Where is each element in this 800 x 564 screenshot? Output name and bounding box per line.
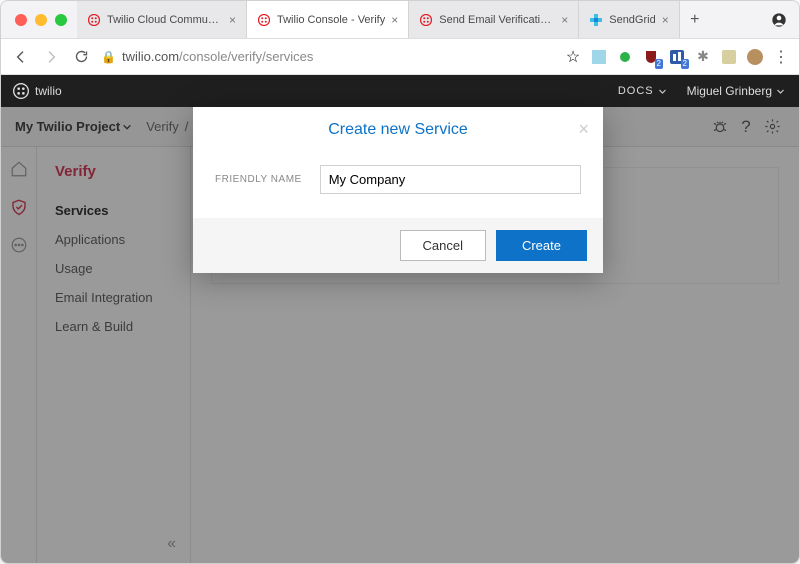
browser-tab[interactable]: Twilio Cloud Communicat × — [77, 1, 247, 38]
tab-label: Send Email Verifications v — [439, 14, 555, 26]
kebab-menu-icon[interactable]: ⋮ — [773, 49, 789, 65]
url-path: /console/verify/services — [179, 49, 313, 64]
modal-footer: Cancel Create — [193, 218, 603, 273]
tab-label: Twilio Console - Verify — [277, 14, 385, 26]
app-header: twilio DOCS Miguel Grinberg — [1, 75, 799, 107]
user-menu[interactable]: Miguel Grinberg — [687, 84, 785, 98]
back-button[interactable] — [11, 47, 31, 67]
docs-link[interactable]: DOCS — [618, 85, 667, 97]
modal-body: FRIENDLY NAME — [193, 151, 603, 218]
extension-icon[interactable]: 2 — [669, 49, 685, 65]
lock-icon: 🔒 — [101, 50, 116, 64]
profile-indicator-icon[interactable] — [759, 12, 799, 28]
ublock-icon[interactable]: 2 — [643, 49, 659, 65]
close-modal-icon[interactable]: × — [578, 119, 589, 140]
cancel-button[interactable]: Cancel — [400, 230, 486, 261]
modal-header: Create new Service × — [193, 107, 603, 151]
close-tab-icon[interactable]: × — [229, 13, 236, 27]
maximize-window-button[interactable] — [55, 14, 67, 26]
create-button[interactable]: Create — [496, 230, 587, 261]
twilio-icon — [257, 13, 271, 27]
friendly-name-input[interactable] — [320, 165, 581, 194]
minimize-window-button[interactable] — [35, 14, 47, 26]
new-tab-button[interactable]: + — [680, 1, 710, 38]
tab-strip: Twilio Cloud Communicat × Twilio Console… — [77, 1, 759, 38]
twilio-logo[interactable]: twilio — [13, 83, 62, 99]
tab-label: SendGrid — [609, 14, 655, 26]
window-titlebar: Twilio Cloud Communicat × Twilio Console… — [1, 1, 799, 39]
bookmark-icon[interactable]: ☆ — [565, 49, 581, 65]
extension-icon[interactable]: ✱ — [695, 49, 711, 65]
extension-icons: ☆ 2 2 ✱ ⋮ — [565, 49, 789, 65]
modal-title: Create new Service — [193, 121, 603, 139]
tab-label: Twilio Cloud Communicat — [107, 14, 223, 26]
extension-icon[interactable] — [591, 49, 607, 65]
browser-tab[interactable]: SendGrid × — [579, 1, 680, 38]
window-controls — [1, 14, 77, 26]
browser-tab[interactable]: Send Email Verifications v × — [409, 1, 579, 38]
browser-window: Twilio Cloud Communicat × Twilio Console… — [0, 0, 800, 564]
browser-toolbar: 🔒 twilio.com/console/verify/services ☆ 2… — [1, 39, 799, 75]
close-tab-icon[interactable]: × — [561, 13, 568, 27]
twilio-icon — [419, 13, 433, 27]
friendly-name-label: FRIENDLY NAME — [215, 174, 302, 185]
user-name: Miguel Grinberg — [687, 84, 772, 98]
reload-button[interactable] — [71, 47, 91, 67]
twilio-icon — [87, 13, 101, 27]
forward-button[interactable] — [41, 47, 61, 67]
close-tab-icon[interactable]: × — [662, 13, 669, 27]
extension-icon[interactable] — [617, 49, 633, 65]
extension-icon[interactable] — [721, 49, 737, 65]
create-service-modal: Create new Service × FRIENDLY NAME Cance… — [193, 107, 603, 273]
url-host: twilio.com — [122, 49, 179, 64]
close-tab-icon[interactable]: × — [391, 13, 398, 27]
browser-tab[interactable]: Twilio Console - Verify × — [247, 1, 409, 38]
close-window-button[interactable] — [15, 14, 27, 26]
avatar-icon[interactable] — [747, 49, 763, 65]
sendgrid-icon — [589, 13, 603, 27]
brand-name: twilio — [35, 84, 62, 98]
docs-label: DOCS — [618, 85, 654, 97]
address-bar[interactable]: 🔒 twilio.com/console/verify/services — [101, 49, 555, 64]
